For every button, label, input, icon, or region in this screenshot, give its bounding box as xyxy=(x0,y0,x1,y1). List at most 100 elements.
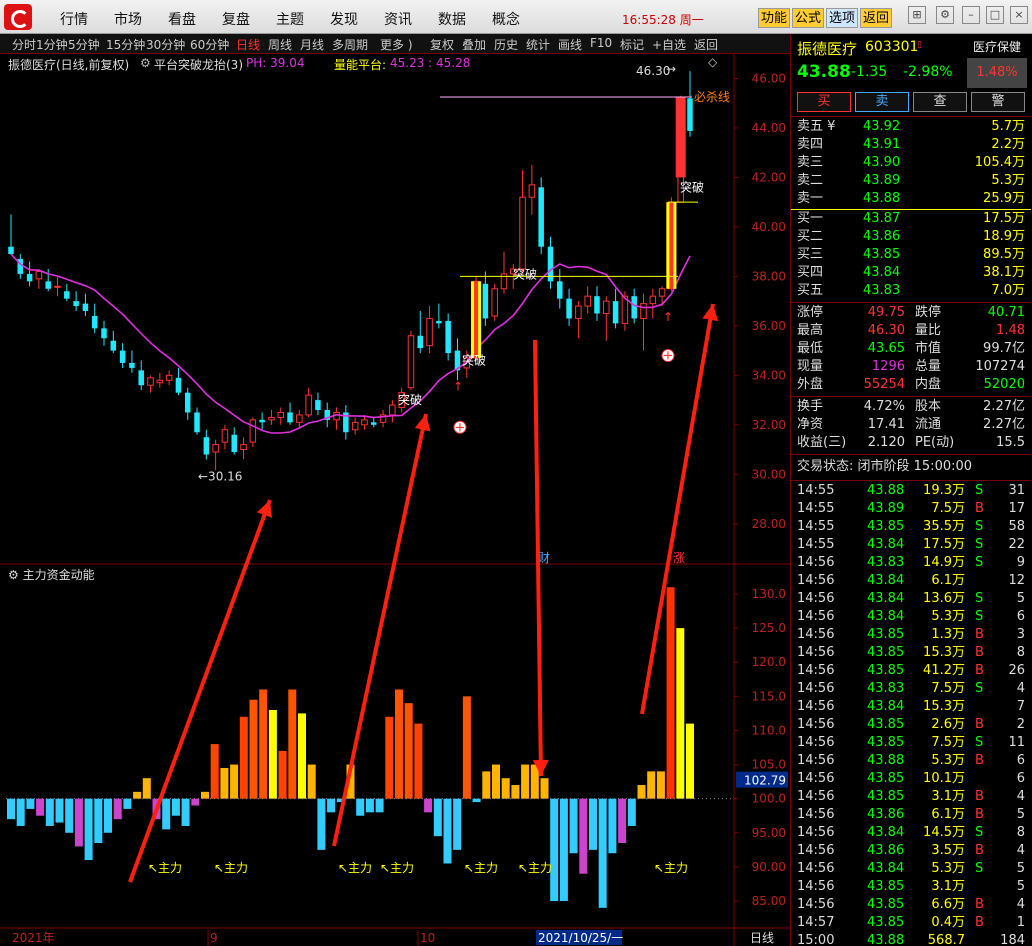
stat-row[interactable]: 收益(三) 2.120 PE(动) 15.5 xyxy=(791,434,1031,452)
tick-row[interactable]: 14:56 43.85 41.2万 B 26 xyxy=(791,662,1031,680)
tick-row[interactable]: 14:56 43.85 2.6万 B 2 xyxy=(791,716,1031,734)
stat-row[interactable]: 最高 46.30 量比 1.48 xyxy=(791,322,1031,340)
tick-row[interactable]: 14:56 43.83 14.9万 S 9 xyxy=(791,554,1031,572)
tick-row[interactable]: 14:56 43.85 3.1万 B 4 xyxy=(791,788,1031,806)
tab-5min[interactable]: 5分钟 xyxy=(68,36,100,53)
tick-row[interactable]: 15:00 43.88 568.7万 184 xyxy=(791,932,1031,946)
tick-row[interactable]: 14:56 43.85 15.3万 B 8 xyxy=(791,644,1031,662)
return-button[interactable]: 返回 xyxy=(694,36,718,53)
ask-row[interactable]: 卖四 43.91 2.2万 xyxy=(791,136,1031,154)
tab-1min[interactable]: 1分钟 xyxy=(36,36,68,53)
menu-faxian[interactable]: 发现 xyxy=(330,9,358,29)
tick-row[interactable]: 14:56 43.85 3.1万 5 xyxy=(791,878,1031,896)
f10-button[interactable]: F10 xyxy=(590,36,612,50)
tick-row[interactable]: 14:56 43.84 13.6万 S 5 xyxy=(791,590,1031,608)
ask-row[interactable]: 卖一 43.88 25.9万 xyxy=(791,190,1031,208)
function-button[interactable]: 功能 xyxy=(758,8,790,28)
tab-daily[interactable]: 日线 xyxy=(236,36,260,53)
indicator-gear-icon[interactable]: ⚙ xyxy=(140,56,151,70)
history-button[interactable]: 历史 xyxy=(494,36,518,53)
tick-row[interactable]: 14:56 43.85 6.6万 B 4 xyxy=(791,896,1031,914)
sub-bar xyxy=(589,798,597,850)
overlay-button[interactable]: 叠加 xyxy=(462,36,486,53)
minimize-icon[interactable]: – xyxy=(962,6,980,24)
tick-row[interactable]: 14:56 43.84 15.3万 7 xyxy=(791,698,1031,716)
menu-kanpan[interactable]: 看盘 xyxy=(168,9,196,29)
tab-more[interactable]: 更多 ) xyxy=(380,36,413,53)
menu-zixun[interactable]: 资讯 xyxy=(384,9,412,29)
sell-button[interactable]: 卖 xyxy=(855,92,909,112)
alert-button[interactable]: 警 xyxy=(971,92,1025,112)
kline-chart-svg[interactable]: 46.00 44.00 42.00 40.00 38.00 36.00 34.00 32.00… xyxy=(0,54,790,946)
candle-body-down xyxy=(64,291,70,299)
maximize-icon[interactable]: □ xyxy=(986,6,1004,24)
tick-row[interactable]: 14:57 43.85 0.4万 B 1 xyxy=(791,914,1031,932)
back-button[interactable]: 返回 xyxy=(860,8,892,28)
tick-price: 43.86 xyxy=(867,807,905,822)
bid-row[interactable]: 买二 43.86 18.9万 xyxy=(791,228,1031,246)
stat-row[interactable]: 现量 1296 总量 107274 xyxy=(791,358,1031,376)
menu-hangqing[interactable]: 行情 xyxy=(60,9,88,29)
stat-row[interactable]: 换手 4.72% 股本 2.27亿 xyxy=(791,398,1031,416)
tab-15min[interactable]: 15分钟 xyxy=(106,36,145,53)
tick-row[interactable]: 14:56 43.86 6.1万 B 5 xyxy=(791,806,1031,824)
tick-row[interactable]: 14:56 43.84 5.3万 S 5 xyxy=(791,860,1031,878)
tick-time: 14:56 xyxy=(797,807,835,822)
tick-row[interactable]: 14:55 43.84 17.5万 S 22 xyxy=(791,536,1031,554)
stat-row[interactable]: 涨停 49.75 跌停 40.71 xyxy=(791,304,1031,322)
stat-row[interactable]: 最低 43.65 市值 99.7亿 xyxy=(791,340,1031,358)
tick-row[interactable]: 14:56 43.85 10.1万 6 xyxy=(791,770,1031,788)
bid-row[interactable]: 买四 43.84 38.1万 xyxy=(791,264,1031,282)
pin-icon[interactable]: ⊞ xyxy=(908,6,926,24)
bid-row[interactable]: 买三 43.85 89.5万 xyxy=(791,246,1031,264)
sub-gear-icon[interactable]: ⚙ xyxy=(8,568,23,582)
tick-row[interactable]: 14:56 43.85 1.3万 B 3 xyxy=(791,626,1031,644)
adjust-button[interactable]: 复权 xyxy=(430,36,454,53)
sector-name[interactable]: 医疗保健 xyxy=(967,38,1027,56)
stats-button[interactable]: 统计 xyxy=(526,36,550,53)
tick-row[interactable]: 14:56 43.84 5.3万 S 6 xyxy=(791,608,1031,626)
formula-button[interactable]: 公式 xyxy=(792,8,824,28)
tick-row[interactable]: 14:55 43.88 19.3万 S 31 xyxy=(791,482,1031,500)
tab-30min[interactable]: 30分钟 xyxy=(146,36,185,53)
menu-fupan[interactable]: 复盘 xyxy=(222,9,250,29)
menu-shuju[interactable]: 数据 xyxy=(438,9,466,29)
sub-bar xyxy=(278,750,287,799)
tick-row[interactable]: 14:56 43.84 14.5万 S 8 xyxy=(791,824,1031,842)
draw-button[interactable]: 画线 xyxy=(558,36,582,53)
tab-fenshi[interactable]: 分时 xyxy=(12,36,36,53)
bid-row[interactable]: 买一 43.87 17.5万 xyxy=(791,210,1031,228)
mark-button[interactable]: 标记 xyxy=(620,36,644,53)
tick-volume: 13.6万 xyxy=(923,591,965,606)
tab-weekly[interactable]: 周线 xyxy=(268,36,292,53)
query-button[interactable]: 查 xyxy=(913,92,967,112)
bid-row[interactable]: 买五 43.83 7.0万 xyxy=(791,282,1031,300)
tab-monthly[interactable]: 月线 xyxy=(300,36,324,53)
sub-bar xyxy=(268,709,277,799)
tick-row[interactable]: 14:56 43.84 6.1万 12 xyxy=(791,572,1031,590)
ask-row[interactable]: 卖三 43.90 105.4万 xyxy=(791,154,1031,172)
chart-area[interactable]: 46.00 44.00 42.00 40.00 38.00 36.00 34.00 32.00… xyxy=(0,54,790,946)
trade-status[interactable]: 交易状态: 闭市阶段 15:00:00 xyxy=(791,458,1031,476)
tick-row[interactable]: 14:55 43.89 7.5万 B 17 xyxy=(791,500,1031,518)
menu-zhuti[interactable]: 主题 xyxy=(276,9,304,29)
tick-row[interactable]: 14:56 43.86 3.5万 B 4 xyxy=(791,842,1031,860)
tab-multi-period[interactable]: 多周期 xyxy=(332,36,368,53)
tick-row[interactable]: 14:56 43.85 7.5万 S 11 xyxy=(791,734,1031,752)
ask-row[interactable]: 卖二 43.89 5.3万 xyxy=(791,172,1031,190)
menu-gainian[interactable]: 概念 xyxy=(492,9,520,29)
buy-button[interactable]: 买 xyxy=(797,92,851,112)
tick-row[interactable]: 14:56 43.88 5.3万 B 6 xyxy=(791,752,1031,770)
menu-shichang[interactable]: 市场 xyxy=(114,9,142,29)
tick-row[interactable]: 14:55 43.85 35.5万 S 58 xyxy=(791,518,1031,536)
close-icon[interactable]: × xyxy=(1010,6,1028,24)
stat-row[interactable]: 外盘 55254 内盘 52020 xyxy=(791,376,1031,394)
ask-row[interactable]: 卖五 ¥ 43.92 5.7万 xyxy=(791,118,1031,136)
settings-icon[interactable]: ⚙ xyxy=(936,6,954,24)
options-button[interactable]: 选项 xyxy=(826,8,858,28)
stat-row[interactable]: 净资 17.41 流通 2.27亿 xyxy=(791,416,1031,434)
add-watchlist-button[interactable]: +自选 xyxy=(652,36,686,53)
app-logo-icon[interactable] xyxy=(4,4,32,30)
tab-60min[interactable]: 60分钟 xyxy=(190,36,229,53)
tick-row[interactable]: 14:56 43.83 7.5万 S 4 xyxy=(791,680,1031,698)
